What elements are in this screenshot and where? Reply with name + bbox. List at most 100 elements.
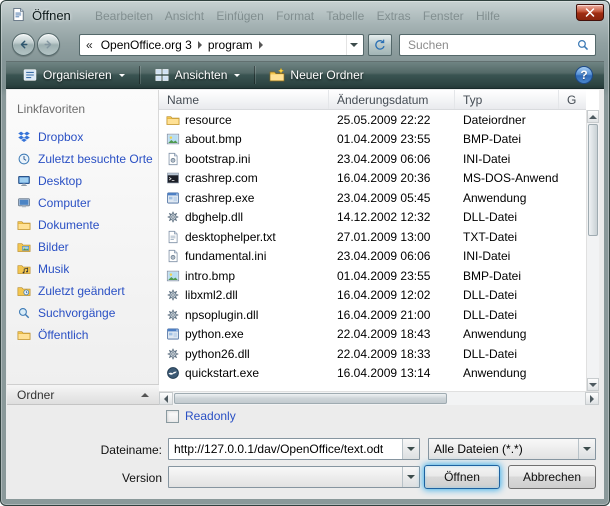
file-modified-date: 01.04.2009 23:55 [329, 269, 455, 283]
views-icon [154, 67, 170, 83]
breadcrumb-bar[interactable]: «OpenOffice.org 3 program [79, 34, 364, 56]
toolbar-organize-button[interactable]: Organisieren [14, 64, 133, 86]
search-placeholder: Suchen [408, 38, 576, 52]
file-row[interactable]: quickstart.exe16.04.2009 13:14Anwendung [159, 364, 586, 384]
scroll-up-button[interactable] [587, 110, 599, 123]
breadcrumb: «OpenOffice.org 3 program [86, 38, 264, 52]
toolbar-new-folder-button[interactable]: Neuer Ordner [261, 64, 371, 86]
file-name: python26.dll [185, 347, 250, 361]
file-type: INI-Datei [455, 249, 559, 263]
sidebar: Linkfavoriten DropboxZuletzt besuchte Or… [7, 90, 159, 384]
file-name-cell: fundamental.ini [159, 249, 329, 263]
file-row[interactable]: fundamental.ini23.04.2009 06:06INI-Datei [159, 247, 586, 267]
sidebar-item-label: Zuletzt besuchte Orte [38, 152, 153, 166]
file-row[interactable]: about.bmp01.04.2009 23:55BMP-Datei [159, 130, 586, 150]
app-icon [166, 191, 180, 205]
triangle-right-icon [590, 395, 594, 403]
horizontal-scrollbar-thumb[interactable] [174, 393, 447, 404]
version-label: Version [62, 471, 162, 485]
breadcrumb-dropdown-button[interactable] [346, 35, 361, 55]
version-combobox[interactable] [168, 466, 420, 488]
favorites-list: Dropbox Zuletzt besuchte Orte DesktopCompu… [7, 126, 158, 346]
filetype-combobox[interactable]: Alle Dateien (*.*) [428, 438, 596, 460]
sidebar-item-dropbox[interactable]: Dropbox [7, 126, 158, 148]
searches-icon [17, 306, 31, 320]
search-icon [576, 38, 590, 52]
file-name: dbghelp.dll [185, 210, 243, 224]
file-name-cell: resource [159, 113, 329, 127]
search-box[interactable]: Suchen [399, 34, 596, 56]
file-row[interactable]: libxml2.dll16.04.2009 12:02DLL-Datei [159, 286, 586, 306]
folders-bar[interactable]: Ordner [7, 384, 159, 405]
breadcrumb-segment[interactable]: OpenOffice.org 3 [96, 38, 197, 52]
toolbar-views-button[interactable]: Ansichten [146, 64, 249, 86]
vertical-scrollbar[interactable] [586, 110, 599, 391]
file-row[interactable]: python26.dll22.04.2009 18:33DLL-Datei [159, 344, 586, 364]
sidebar-item-pictures[interactable]: Bilder [7, 236, 158, 258]
sidebar-item-recent-changes[interactable]: Zuletzt geändert [7, 280, 158, 302]
file-row[interactable]: resource25.05.2009 22:22Dateiordner [159, 110, 586, 130]
column-header-date[interactable]: Änderungsdatum [329, 90, 455, 109]
sidebar-item-label: Öffentlich [38, 328, 88, 342]
vertical-scrollbar-thumb[interactable] [588, 124, 598, 236]
quickstart-app-icon [166, 366, 180, 380]
file-modified-date: 27.01.2009 13:00 [329, 230, 455, 244]
sidebar-item-recent-places[interactable]: Zuletzt besuchte Orte [7, 148, 158, 170]
toolbar-button-label: Ansichten [175, 68, 228, 82]
scroll-down-button[interactable] [587, 378, 599, 391]
file-row[interactable]: intro.bmp01.04.2009 23:55BMP-Datei [159, 266, 586, 286]
forward-button[interactable] [37, 33, 60, 56]
sidebar-item-public[interactable]: Öffentlich [7, 324, 158, 346]
file-type: Anwendung [455, 191, 559, 205]
ini-file-icon [166, 152, 180, 166]
horizontal-scrollbar[interactable] [159, 391, 599, 405]
file-name: npsoplugin.dll [185, 308, 258, 322]
recent-changes-icon [17, 284, 31, 298]
file-type: BMP-Datei [455, 132, 559, 146]
file-name-cell: libxml2.dll [159, 288, 329, 302]
documents-folder-icon [17, 218, 31, 232]
scroll-left-button[interactable] [159, 392, 173, 405]
readonly-checkbox[interactable] [166, 410, 179, 423]
filename-combobox[interactable]: http://127.0.0.1/dav/OpenOffice/text.odt [168, 438, 420, 460]
filename-dropdown-button[interactable] [402, 439, 419, 459]
breadcrumb-overflow-chevron[interactable]: « [86, 38, 93, 52]
sidebar-item-desktop[interactable]: Desktop [7, 170, 158, 192]
version-dropdown-button[interactable] [402, 467, 419, 487]
file-modified-date: 14.12.2002 12:32 [329, 210, 455, 224]
file-row[interactable]: crashrep.exe23.04.2009 05:45Anwendung [159, 188, 586, 208]
file-row[interactable]: dbghelp.dll14.12.2002 12:32DLL-Datei [159, 208, 586, 228]
file-row[interactable]: desktophelper.txt27.01.2009 13:00TXT-Dat… [159, 227, 586, 247]
column-header-type[interactable]: Typ [455, 90, 559, 109]
file-modified-date: 22.04.2009 18:43 [329, 327, 455, 341]
file-row[interactable]: python.exe22.04.2009 18:43Anwendung [159, 325, 586, 345]
refresh-button[interactable] [368, 34, 392, 56]
chevron-down-icon [583, 447, 591, 451]
sidebar-item-music[interactable]: Musik [7, 258, 158, 280]
msdos-app-icon [166, 171, 180, 185]
column-header-size[interactable]: G [559, 90, 586, 109]
sidebar-item-documents[interactable]: Dokumente [7, 214, 158, 236]
dll-file-icon [166, 288, 180, 302]
sidebar-item-label: Bilder [38, 240, 69, 254]
sidebar-item-computer[interactable]: Computer [7, 192, 158, 214]
filetype-dropdown-button[interactable] [578, 439, 595, 459]
scroll-right-button[interactable] [585, 392, 599, 405]
open-button[interactable]: Öffnen [424, 465, 500, 489]
triangle-down-icon [589, 383, 597, 387]
folders-label: Ordner [17, 388, 54, 402]
column-header-name[interactable]: Name [159, 90, 329, 109]
back-button[interactable] [12, 33, 35, 56]
file-name-cell: dbghelp.dll [159, 210, 329, 224]
filetype-value: Alle Dateien (*.*) [429, 439, 578, 459]
help-button[interactable]: ? [575, 66, 593, 84]
sidebar-item-searches[interactable]: Suchvorgänge [7, 302, 158, 324]
file-row[interactable]: crashrep.com16.04.2009 20:36MS-DOS-Anwen… [159, 169, 586, 189]
cancel-button[interactable]: Abbrechen [508, 465, 596, 489]
breadcrumb-segment[interactable]: program [203, 38, 258, 52]
file-modified-date: 01.04.2009 23:55 [329, 132, 455, 146]
file-row[interactable]: bootstrap.ini23.04.2009 06:06INI-Datei [159, 149, 586, 169]
close-button[interactable] [576, 4, 604, 21]
public-folder-icon [17, 328, 31, 342]
file-row[interactable]: npsoplugin.dll16.04.2009 21:00DLL-Datei [159, 305, 586, 325]
